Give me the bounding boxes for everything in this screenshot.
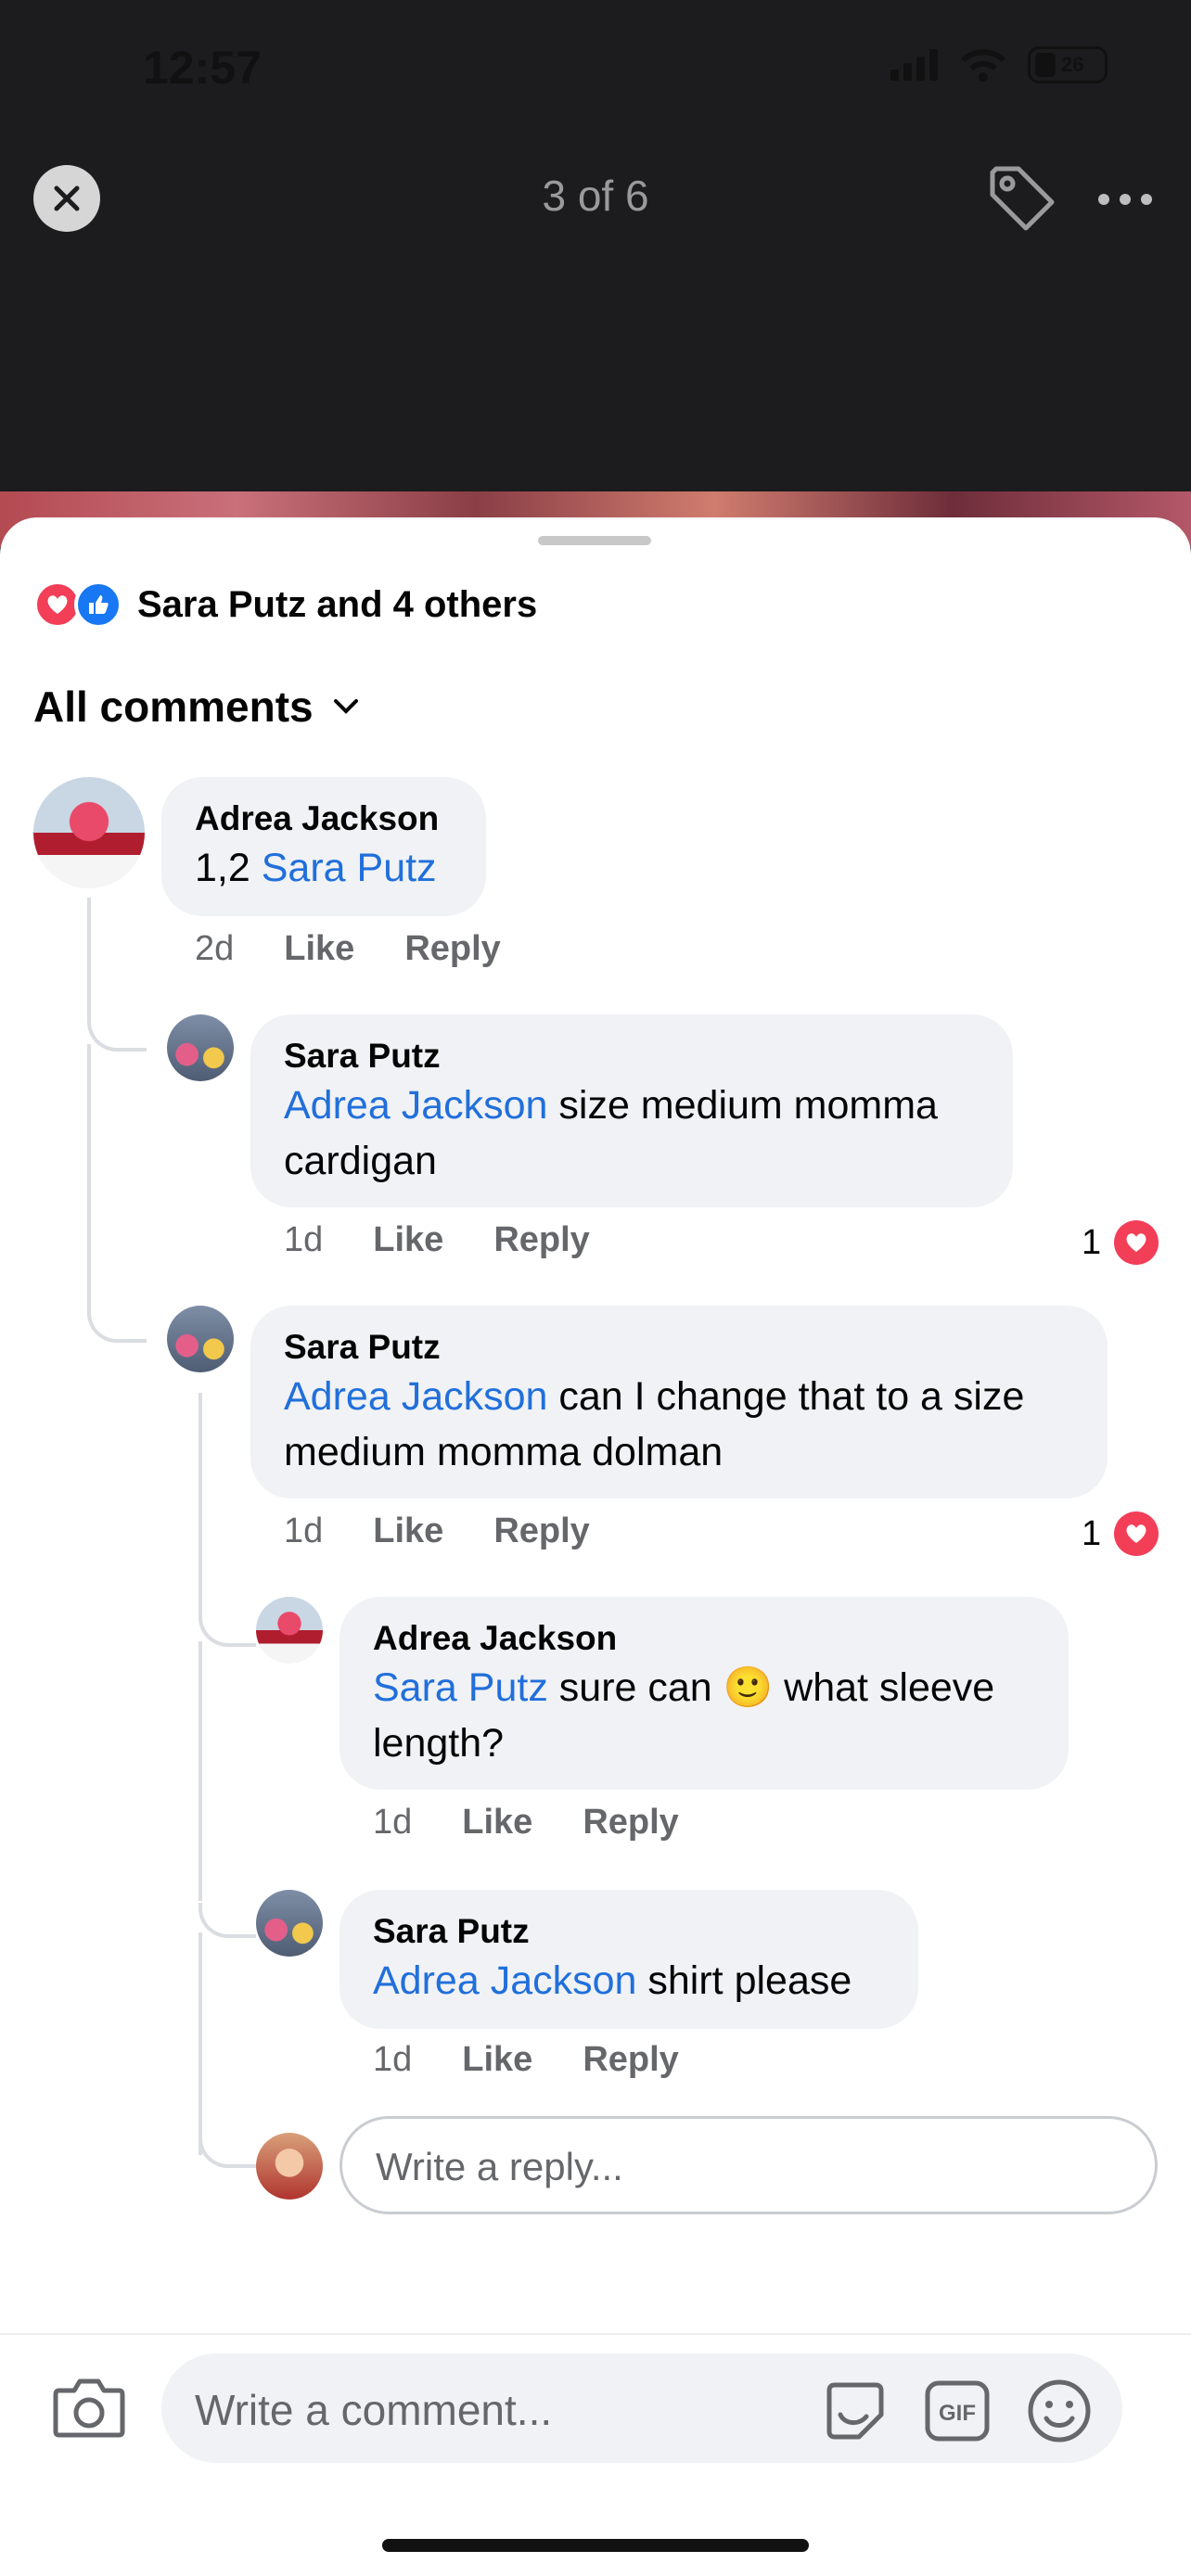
chevron-down-icon	[333, 699, 358, 714]
comment-actions: 2d Like Reply	[195, 929, 551, 969]
comment-time: 1d	[373, 2040, 413, 2079]
reply-button[interactable]: Reply	[583, 1803, 678, 1843]
heart-icon	[1114, 1511, 1159, 1556]
comment-bubble[interactable]: Adrea Jackson 1,2 Sara Putz	[161, 777, 486, 916]
reaction-count: 1	[1082, 1222, 1102, 1262]
comment-reaction-count[interactable]: 1	[1082, 1220, 1159, 1265]
current-user-avatar	[256, 2133, 323, 2200]
comment-actions: 1d Like Reply	[373, 2040, 729, 2080]
comment-author[interactable]: Sara Putz	[284, 1035, 980, 1078]
thread-line	[198, 1932, 202, 2155]
comment-prefix: 1,2	[195, 846, 262, 890]
comment-bubble[interactable]: Sara Putz Adrea Jackson size medium momm…	[250, 1014, 1013, 1207]
like-button[interactable]: Like	[373, 1220, 443, 1260]
sticker-button[interactable]	[822, 2378, 889, 2444]
battery-icon: 26	[1028, 46, 1108, 83]
camera-button[interactable]	[52, 2374, 126, 2441]
thread-line	[198, 1641, 202, 1901]
gif-icon: GIF	[925, 2380, 990, 2442]
gif-button[interactable]: GIF	[924, 2379, 991, 2442]
divider	[0, 2333, 1191, 2335]
sheet-drag-handle[interactable]	[538, 536, 651, 545]
comment-time: 2d	[195, 929, 235, 968]
tag-button[interactable]	[987, 163, 1057, 234]
comment-time: 1d	[373, 1803, 413, 1842]
emoji-button[interactable]	[1026, 2378, 1093, 2444]
avatar[interactable]	[256, 1597, 323, 1664]
comment-author[interactable]: Sara Putz	[373, 1910, 885, 1953]
comment-author[interactable]: Adrea Jackson	[195, 797, 453, 840]
like-button[interactable]: Like	[462, 2040, 532, 2080]
comment-text: Adrea Jackson size medium momma cardigan	[284, 1078, 980, 1189]
more-button[interactable]	[1095, 176, 1156, 223]
photo-viewer-header: 12:57 26 3 of 6	[0, 0, 1191, 501]
more-icon	[1098, 194, 1152, 205]
mention-link[interactable]: Adrea Jackson	[284, 1374, 547, 1419]
reply-button[interactable]: Reply	[583, 2040, 678, 2080]
thread-line	[87, 898, 91, 1018]
comment-text: Adrea Jackson can I change that to a siz…	[284, 1369, 1074, 1480]
comments-filter-label: All comments	[33, 682, 314, 731]
comment-actions: 1d Like Reply	[284, 1220, 640, 1260]
reply-input[interactable]: Write a reply...	[339, 2116, 1158, 2214]
comment-bubble[interactable]: Sara Putz Adrea Jackson can I change tha…	[250, 1306, 1108, 1498]
comment-author[interactable]: Adrea Jackson	[373, 1617, 1035, 1660]
comment-bubble[interactable]: Sara Putz Adrea Jackson shirt please	[339, 1890, 918, 2029]
comment-bubble[interactable]: Adrea Jackson Sara Putz sure can 🙂 what …	[339, 1597, 1069, 1790]
status-time: 12:57	[143, 42, 262, 94]
avatar[interactable]	[167, 1014, 234, 1081]
reaction-count: 1	[1082, 1513, 1102, 1553]
comment-body: shirt please	[636, 1958, 852, 2003]
heart-icon	[1114, 1220, 1159, 1265]
like-reaction-icon	[74, 580, 122, 629]
mention-link[interactable]: Adrea Jackson	[373, 1958, 636, 2003]
battery-level: 26	[1061, 53, 1084, 76]
reply-button[interactable]: Reply	[493, 1511, 589, 1551]
comment-actions: 1d Like Reply	[284, 1511, 640, 1551]
avatar[interactable]	[33, 777, 145, 888]
comment-text: 1,2 Sara Putz	[195, 840, 453, 896]
camera-icon	[53, 2378, 125, 2438]
comment-body: sure can	[547, 1665, 724, 1710]
status-icons: 26	[890, 46, 1108, 83]
svg-text:GIF: GIF	[939, 2401, 976, 2426]
comment-actions: 1d Like Reply	[373, 1803, 729, 1843]
avatar[interactable]	[167, 1306, 234, 1372]
smile-emoji: 🙂	[723, 1665, 774, 1710]
like-button[interactable]: Like	[462, 1803, 532, 1843]
home-indicator	[382, 2539, 809, 2552]
reply-button[interactable]: Reply	[404, 929, 500, 969]
thread-line	[87, 1044, 91, 1313]
comments-filter-dropdown[interactable]: All comments	[33, 682, 360, 732]
tag-icon	[990, 166, 1055, 231]
reactions-summary[interactable]: Sara Putz and 4 others	[33, 580, 537, 629]
like-button[interactable]: Like	[373, 1511, 443, 1551]
comment-author[interactable]: Sara Putz	[284, 1326, 1074, 1369]
signal-icon	[890, 49, 938, 81]
comment-text: Adrea Jackson shirt please	[373, 1953, 885, 2009]
mention-link[interactable]: Sara Putz	[262, 846, 437, 890]
comment-reaction-count[interactable]: 1	[1082, 1511, 1159, 1556]
emoji-icon	[1028, 2379, 1091, 2442]
avatar[interactable]	[256, 1890, 323, 1957]
sticker-icon	[826, 2382, 884, 2440]
reactions-summary-text: Sara Putz and 4 others	[137, 583, 538, 625]
mention-link[interactable]: Adrea Jackson	[284, 1083, 547, 1128]
like-button[interactable]: Like	[284, 929, 354, 969]
wifi-icon	[960, 49, 1006, 82]
reply-button[interactable]: Reply	[493, 1220, 589, 1260]
thread-line	[198, 1393, 202, 1615]
mention-link[interactable]: Sara Putz	[373, 1665, 548, 1710]
comment-placeholder: Write a comment...	[195, 2386, 553, 2434]
comment-text: Sara Putz sure can 🙂 what sleeve length?	[373, 1660, 1035, 1771]
comment-time: 1d	[284, 1511, 324, 1550]
comment-time: 1d	[284, 1220, 324, 1259]
